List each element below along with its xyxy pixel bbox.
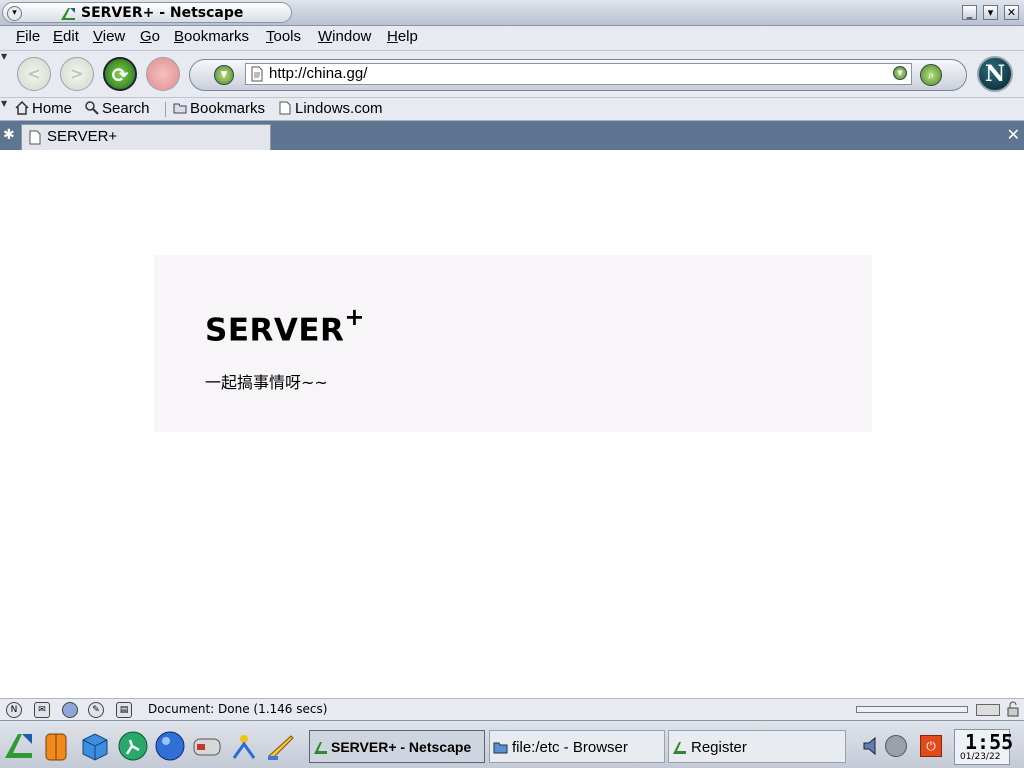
tab-strip: ✱ SERVER+ ✕ [0,121,1024,150]
window-titlebar[interactable]: ▾ SERVER+ - Netscape _ ▾ ✕ [0,0,1024,26]
lindows-icon [673,742,686,754]
menu-file[interactable]: File [16,28,40,45]
search-label: Search [102,100,150,117]
task-browser-label: file:/etc - Browser [512,739,628,756]
power-icon[interactable]: ⏻ [920,735,942,757]
runner-icon[interactable] [117,730,149,762]
menu-edit[interactable]: Edit [53,28,79,45]
lock-icon[interactable] [1006,701,1020,717]
maximize-button[interactable]: ▾ [983,5,998,20]
status-text: Document: Done (1.146 secs) [148,702,328,716]
folder-icon [493,742,508,754]
menu-bookmarks[interactable]: Bookmarks [174,28,249,45]
page-icon [251,66,263,82]
search-go-icon[interactable]: ⌕ [920,64,942,86]
forward-arrow-icon: > [70,64,84,83]
box-icon[interactable] [79,730,111,762]
lindows-label: Lindows.com [295,100,383,117]
page-icon [279,101,291,115]
minimize-button[interactable]: _ [962,5,977,20]
online-status-icon[interactable] [976,704,1000,716]
site-title-main: SERVER [205,312,345,349]
menu-bar: File Edit View Go Bookmarks Tools Window… [0,26,1024,51]
mail-icon[interactable]: ✉ [34,702,50,718]
home-link[interactable]: Home [15,100,72,117]
globe-icon[interactable] [154,730,186,762]
folder-icon [173,103,187,114]
lindows-link[interactable]: Lindows.com [278,100,383,117]
page-icon [29,130,41,145]
back-button[interactable]: < [17,57,51,91]
close-window-button[interactable]: ✕ [1004,5,1019,20]
clock-time: 1:55 [965,730,1014,754]
back-arrow-icon: < [27,64,41,83]
composer-icon[interactable] [62,702,78,718]
task-browser[interactable]: file:/etc - Browser [489,730,665,763]
tab-label: SERVER+ [47,128,118,145]
menu-tools[interactable]: Tools [266,28,301,45]
lindows-icon [314,742,327,754]
navigation-toolbar: ▼ < > ⟳ ▼ http://china.gg/ ▼ ⌕ N [0,51,1024,98]
personal-toolbar: ▼ Home Search Bookmarks Lindows.com [0,98,1024,121]
tab-server-plus[interactable]: SERVER+ [21,124,271,150]
toolbar-separator [165,102,166,117]
navigator-icon[interactable]: N [6,702,22,718]
menu-go[interactable]: Go [140,28,160,45]
bookmarks-label: Bookmarks [190,100,266,117]
task-netscape[interactable]: SERVER+ - Netscape [309,730,485,763]
netscape-logo-icon[interactable]: N [977,56,1013,92]
menu-view[interactable]: View [93,28,125,45]
toolbar-grip-icon[interactable]: ▼ [1,52,8,61]
shortcuts-icon[interactable] [228,730,260,762]
status-bar: N ✉ ✎ ▤ Document: Done (1.146 secs) [0,698,1024,720]
reload-icon: ⟳ [111,63,129,87]
task-register-label: Register [691,739,747,756]
lindows-icon [61,8,75,20]
lindows-start-icon[interactable] [2,730,34,762]
close-tab-icon[interactable]: ✕ [1007,125,1020,144]
toolbar-grip-icon[interactable]: ▼ [1,99,8,108]
volume-icon[interactable] [862,735,882,757]
chat-icon[interactable]: ▤ [116,702,132,718]
clock-date: 01/23/22 [960,752,1001,762]
title-pill: ▾ SERVER+ - Netscape [2,2,292,23]
window-menu-button[interactable]: ▾ [7,6,22,21]
new-tab-icon[interactable]: ✱ [3,127,15,143]
progress-bar [856,706,968,713]
stop-button[interactable] [146,57,180,91]
user-icon[interactable] [885,735,907,757]
home-icon [15,101,29,115]
site-title: SERVER+ [205,303,365,349]
window-title: SERVER+ - Netscape [81,5,244,21]
bookmarks-link[interactable]: Bookmarks [173,100,265,117]
url-dropdown-icon[interactable]: ▼ [214,65,234,85]
reload-button[interactable]: ⟳ [103,57,137,91]
forward-button[interactable]: > [60,57,94,91]
task-netscape-label: SERVER+ - Netscape [331,739,472,755]
task-register[interactable]: Register [668,730,846,763]
search-link[interactable]: Search [85,100,150,117]
clock[interactable]: 1:55 01/23/22 [954,729,1014,765]
hero-box: SERVER+ 一起搞事情呀~~ [154,255,872,432]
url-input[interactable]: http://china.gg/ [245,63,912,85]
taskbar: SERVER+ - Netscape file:/etc - Browser R… [0,720,1024,768]
life-jacket-icon[interactable] [40,730,72,762]
mailbox-icon[interactable] [191,730,223,762]
site-title-plus: + [344,303,366,331]
url-history-icon[interactable]: ▼ [893,66,907,80]
site-tagline: 一起搞事情呀~~ [205,373,328,392]
home-label: Home [32,100,73,117]
stop-icon [147,58,179,90]
menu-window[interactable]: Window [318,28,371,45]
tools-icon[interactable]: ✎ [88,702,104,718]
search-icon [85,101,99,115]
writer-icon[interactable] [265,730,297,762]
menu-help[interactable]: Help [387,28,418,45]
page-content: SERVER+ 一起搞事情呀~~ [0,152,1024,698]
